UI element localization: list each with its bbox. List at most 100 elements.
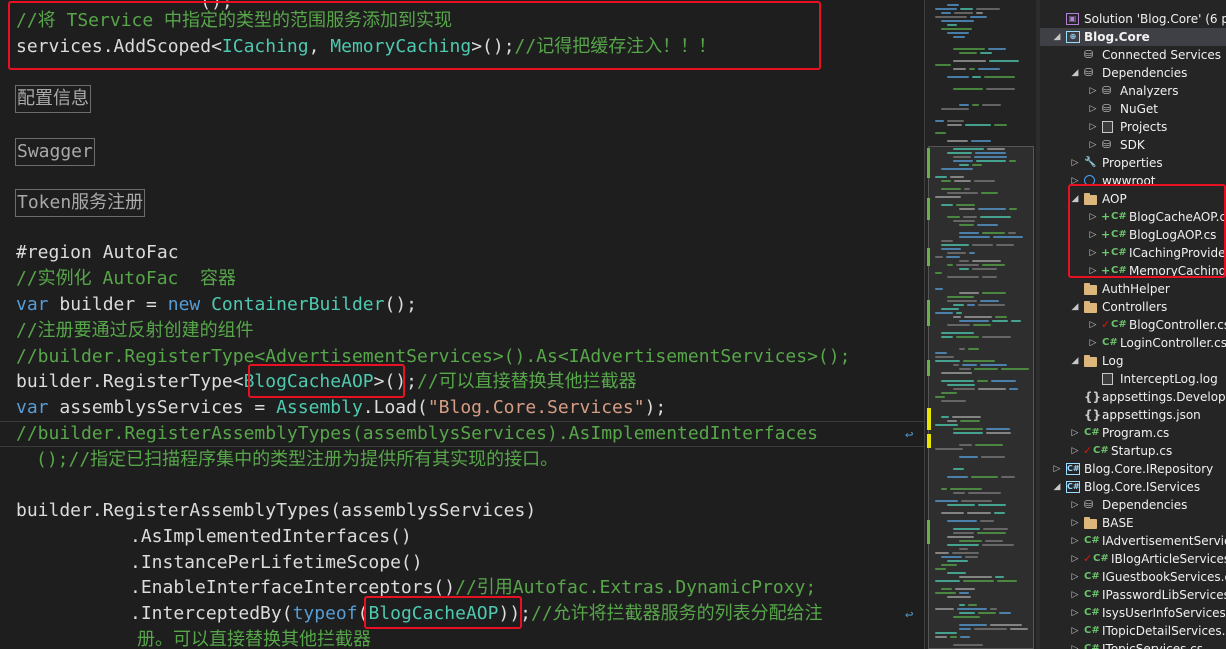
tree-item[interactable]: ◢ Log <box>1040 352 1226 370</box>
tree-item[interactable]: ▷ C# Program.cs <box>1040 424 1226 442</box>
minimap-code-line <box>986 432 1011 434</box>
tree-item[interactable]: InterceptLog.log <box>1040 370 1226 388</box>
collapsed-region-swagger[interactable]: Swagger <box>15 138 95 166</box>
tree-item[interactable]: ▷ ✓ C# BlogController.cs <box>1040 316 1226 334</box>
expand-down-icon[interactable]: ◢ <box>1070 190 1080 208</box>
tree-item[interactable]: ▷ C# LoginController.cs <box>1040 334 1226 352</box>
code-line-comment-rat-1: //builder.RegisterAssemblyTypes(assembly… <box>16 423 818 444</box>
expand-right-icon[interactable]: ▷ <box>1070 568 1080 586</box>
code-minimap[interactable] <box>924 0 1036 649</box>
expand-right-icon[interactable]: ▷ <box>1088 316 1098 334</box>
expand-right-icon[interactable]: ▷ <box>1070 604 1080 622</box>
expand-down-icon[interactable]: ◢ <box>1070 298 1080 316</box>
expand-right-icon[interactable]: ▷ <box>1088 226 1098 244</box>
tree-item[interactable]: ▷+C#ICachingProvider.cs <box>1040 244 1226 262</box>
expand-right-icon[interactable]: ▷ <box>1088 100 1098 118</box>
collapsed-region-token[interactable]: Token服务注册 <box>15 189 146 217</box>
minimap-code-line <box>935 592 956 594</box>
tree-item[interactable]: ▷ ⛁ NuGet <box>1040 100 1226 118</box>
minimap-code-line <box>959 612 975 614</box>
tree-item[interactable]: ▷ C# ITopicDetailServices.cs <box>1040 622 1226 640</box>
minimap-code-line <box>941 416 949 418</box>
minimap-code-line <box>935 352 947 354</box>
minimap-code-line <box>941 512 964 514</box>
solution-explorer: ▣ Solution 'Blog.Core' (6 projects) ◢ ⊕ Blog… <box>1036 0 1226 649</box>
tree-item[interactable]: ▷✓C#IBlogArticleServices.cs <box>1040 550 1226 568</box>
expand-right-icon[interactable]: ▷ <box>1070 640 1080 649</box>
minimap-code-line <box>947 4 959 6</box>
tree-item[interactable]: ▷ C# IGuestbookServices.cs <box>1040 568 1226 586</box>
tree-item-label: Program.cs <box>1102 426 1170 440</box>
minimap-code-line <box>978 304 1005 306</box>
expand-right-icon[interactable]: ▷ <box>1088 244 1098 262</box>
expand-right-icon[interactable]: ▷ <box>1088 82 1098 100</box>
tree-item[interactable]: ▷ Projects <box>1040 118 1226 136</box>
minimap-code-line <box>959 232 979 234</box>
tree-item[interactable]: ▷ 🔧 Properties <box>1040 154 1226 172</box>
minimap-code-line <box>974 156 1007 158</box>
tree-item[interactable]: ▷ + C# BlogLogAOP.cs <box>1040 226 1226 244</box>
expand-right-icon[interactable]: ▷ <box>1052 460 1062 478</box>
expand-right-icon[interactable]: ▷ <box>1070 514 1080 532</box>
minimap-code-line <box>982 104 1001 106</box>
tree-item[interactable]: ▷ ⛁ Analyzers <box>1040 82 1226 100</box>
tree-item[interactable]: ◢ C# Blog.Core.IServices <box>1040 478 1226 496</box>
expand-down-icon[interactable]: ◢ <box>1052 478 1062 496</box>
expand-right-icon[interactable]: ▷ <box>1070 586 1080 604</box>
minimap-code-line <box>977 380 988 382</box>
tree-item[interactable]: ▷ C#IsysUserInfoServices.cs <box>1040 604 1226 622</box>
expand-right-icon[interactable]: ▷ <box>1088 136 1098 154</box>
expand-right-icon[interactable]: ▷ <box>1070 496 1080 514</box>
minimap-code-line <box>947 572 966 574</box>
minimap-code-line <box>967 304 975 306</box>
minimap-code-line <box>953 616 980 618</box>
tree-item[interactable]: ▷ ⛁ Dependencies <box>1040 496 1226 514</box>
collapsed-region-config[interactable]: 配置信息 <box>15 85 91 113</box>
minimap-code-line <box>947 264 953 266</box>
expand-down-icon[interactable]: ◢ <box>1070 64 1080 82</box>
tree-item[interactable]: ▷ wwwroot <box>1040 172 1226 190</box>
expand-right-icon[interactable]: ▷ <box>1070 442 1080 460</box>
expand-right-icon[interactable]: ▷ <box>1070 532 1080 550</box>
tree-item[interactable]: {} appsettings.json <box>1040 406 1226 424</box>
tree-item[interactable]: ▷ BASE <box>1040 514 1226 532</box>
tree-item[interactable]: AuthHelper <box>1040 280 1226 298</box>
tree-item[interactable]: ⛁ Connected Services <box>1040 46 1226 64</box>
expand-right-icon[interactable]: ▷ <box>1070 154 1080 172</box>
tree-item[interactable]: ▷ C#IPasswordLibServices.cs <box>1040 586 1226 604</box>
minimap-code-line <box>960 636 970 638</box>
expand-right-icon[interactable]: ▷ <box>1088 208 1098 226</box>
minimap-code-line <box>935 568 946 570</box>
tree-item[interactable]: ▷ C# ITopicServices.cs <box>1040 640 1226 649</box>
tree-item[interactable]: {}appsettings.Development.json <box>1040 388 1226 406</box>
minimap-change-marker <box>927 198 930 220</box>
tree-item[interactable]: ▷ + C# BlogCacheAOP.cs <box>1040 208 1226 226</box>
minimap-code-line <box>982 544 1014 546</box>
expand-right-icon[interactable]: ▷ <box>1088 334 1098 352</box>
expand-down-icon[interactable]: ◢ <box>1052 28 1062 46</box>
code-line-region-autofac: #region AutoFac <box>16 242 179 263</box>
expand-down-icon[interactable]: ◢ <box>1070 352 1080 370</box>
tree-item[interactable]: ▷+C#MemoryCaching.cs <box>1040 262 1226 280</box>
minimap-code-line <box>959 624 987 626</box>
tree-item[interactable]: ◢ Controllers <box>1040 298 1226 316</box>
expand-right-icon[interactable]: ▷ <box>1070 622 1080 640</box>
code-editor[interactable]: (); //将 TService 中指定的类型的范围服务添加到实现 servic… <box>0 0 924 649</box>
tree-item[interactable]: ◢ AOP <box>1040 190 1226 208</box>
tree-item-label: IGuestbookServices.cs <box>1102 570 1226 584</box>
tree-item[interactable]: ▷ C# Blog.Core.IRepository <box>1040 460 1226 478</box>
csharp-file-icon: C# <box>1084 589 1100 600</box>
tree-item[interactable]: ◢ ⊕ Blog.Core <box>1040 28 1226 46</box>
minimap-code-line <box>986 428 1010 430</box>
tree-item[interactable]: ▷ C#IAdvertisementServices.cs <box>1040 532 1226 550</box>
tree-item[interactable]: ◢ ⛁ Dependencies <box>1040 64 1226 82</box>
expand-right-icon[interactable]: ▷ <box>1070 424 1080 442</box>
expand-right-icon[interactable]: ▷ <box>1070 172 1080 190</box>
tree-item[interactable]: ▷ ✓ C# Startup.cs <box>1040 442 1226 460</box>
expand-right-icon[interactable]: ▷ <box>1088 262 1098 280</box>
tree-item[interactable]: ▣ Solution 'Blog.Core' (6 projects) <box>1040 10 1226 28</box>
tree-item-label: IAdvertisementServices.cs <box>1102 534 1226 548</box>
tree-item[interactable]: ▷ ⛁ SDK <box>1040 136 1226 154</box>
expand-right-icon[interactable]: ▷ <box>1070 550 1080 568</box>
expand-right-icon[interactable]: ▷ <box>1088 118 1098 136</box>
